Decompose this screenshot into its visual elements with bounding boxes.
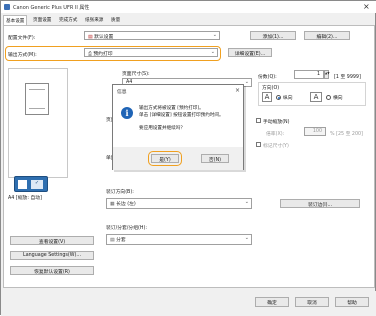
- profile-doc-icon: ▤: [88, 35, 93, 40]
- title-bar: Canon Generic Plus UFR II 属性 ×: [1, 1, 376, 13]
- output-method-label: 输出方式(M):: [8, 53, 37, 58]
- scaling-ratio-label: 倍率(X):: [266, 132, 285, 137]
- copy-mode-icon: ✓: [31, 180, 43, 189]
- dialog-title: 信息: [117, 90, 127, 95]
- orientation-label: 方向(O): [262, 86, 280, 91]
- edit-profile-button[interactable]: 编辑(2)...: [304, 31, 350, 40]
- chevron-down-icon: ⌄: [244, 79, 249, 85]
- binding-select[interactable]: ▦ 长边 (左) ⌄: [106, 198, 252, 209]
- binding-label: 装订方向(B):: [106, 190, 134, 195]
- yes-button[interactable]: 是(Y): [151, 154, 179, 163]
- dialog-message-line-4: 要应用设置并继续吗？: [139, 126, 185, 131]
- profile-label: 配置文件(F):: [8, 36, 36, 41]
- stapling-label: 装订/分套/分组(H):: [106, 226, 147, 231]
- portrait-radio[interactable]: [276, 95, 281, 100]
- stapling-value: 分套: [116, 238, 126, 243]
- portrait-icon: A: [262, 92, 272, 102]
- help-button[interactable]: 帮助: [335, 297, 369, 307]
- printer-clock-icon: ⎙: [88, 52, 92, 57]
- tab-page-setup[interactable]: 页面设置: [31, 15, 53, 25]
- manual-scaling-label: 手动缩放(N): [263, 120, 290, 125]
- chevron-down-icon: ⌄: [210, 49, 215, 55]
- tab-paper-source[interactable]: 纸张来源: [83, 15, 105, 25]
- tab-finishing[interactable]: 完成方式: [57, 15, 79, 25]
- collate-icon: ▤: [110, 238, 115, 243]
- dialog-footer-bar: 确定 取消 帮助: [1, 291, 376, 316]
- page-size-label: 页面尺寸(S):: [122, 72, 150, 77]
- landscape-radio[interactable]: [326, 95, 331, 100]
- close-icon[interactable]: ×: [235, 87, 240, 94]
- copies-range: [1 至 9999]: [334, 75, 361, 80]
- scaling-ratio-range: % [25 至 200]: [330, 132, 363, 137]
- close-window-icon[interactable]: ×: [363, 2, 370, 11]
- scaling-ratio-input[interactable]: 100: [304, 127, 326, 136]
- copies-label: 份数(Q):: [258, 75, 277, 80]
- no-button[interactable]: 否(N): [201, 154, 229, 163]
- ok-button[interactable]: 确定: [255, 297, 289, 307]
- restore-defaults-button[interactable]: 恢复默认设置(R): [10, 266, 94, 275]
- tab-quality[interactable]: 质量: [109, 15, 122, 25]
- copies-input[interactable]: 1: [294, 70, 324, 79]
- cancel-button[interactable]: 取消: [295, 297, 329, 307]
- draft-label: 标记尺寸(Y): [263, 144, 289, 149]
- window-title: Canon Generic Plus UFR II 属性: [13, 5, 90, 11]
- stapling-select[interactable]: ▤ 分套 ⌄: [106, 234, 252, 245]
- profile-select[interactable]: ▤ 默认设置 ⌄: [84, 31, 220, 40]
- view-settings-button[interactable]: 查看设置(V): [10, 236, 94, 245]
- language-settings-button[interactable]: Language Settings(W)...: [10, 251, 94, 260]
- binding-icon: ▦: [110, 202, 115, 207]
- dialog-message-line-1: 输出方式将被设置 [预约打印]。: [139, 106, 204, 111]
- profile-value: 默认设置: [94, 35, 114, 40]
- print-mode-tile[interactable]: ✓: [14, 176, 48, 192]
- page-preview: [8, 68, 68, 178]
- chevron-down-icon: ⌄: [244, 199, 249, 205]
- manual-scaling-checkbox[interactable]: [256, 118, 261, 123]
- binding-value: 长边 (左): [116, 202, 136, 207]
- preview-caption: A4 [缩放: 自动]: [8, 196, 42, 201]
- page-thumbnail-lines: [29, 89, 45, 109]
- binding-location-button[interactable]: 装订边(I)...: [280, 199, 360, 208]
- info-dialog: 信息 × i 输出方式将被设置 [预约打印]。 单击 [详细设置] 按钮设置打印…: [112, 84, 244, 170]
- draft-checkbox[interactable]: [256, 142, 261, 147]
- printer-app-icon: [4, 4, 10, 10]
- output-method-value: 预约打印: [93, 52, 113, 57]
- landscape-icon: A: [310, 92, 322, 102]
- info-icon: i: [121, 107, 133, 119]
- output-method-select[interactable]: ⎙ 预约打印 ⌄: [84, 48, 218, 57]
- dialog-message-line-2: 单击 [详细设置] 按钮设置打印预约时间。: [139, 113, 224, 118]
- copies-stepper[interactable]: ▲▼: [324, 70, 330, 79]
- chevron-down-icon: ⌄: [212, 32, 217, 38]
- add-profile-button[interactable]: 添加(1)...: [250, 31, 296, 40]
- portrait-label: 纵向: [283, 96, 293, 101]
- tab-strip: 基本设置 页面设置 完成方式 纸张来源 质量: [1, 15, 376, 26]
- page-mode-icon: [18, 180, 27, 189]
- details-settings-button[interactable]: 详细设置(E)...: [228, 48, 272, 57]
- landscape-label: 横向: [333, 96, 343, 101]
- chevron-down-icon: ⌄: [244, 235, 249, 241]
